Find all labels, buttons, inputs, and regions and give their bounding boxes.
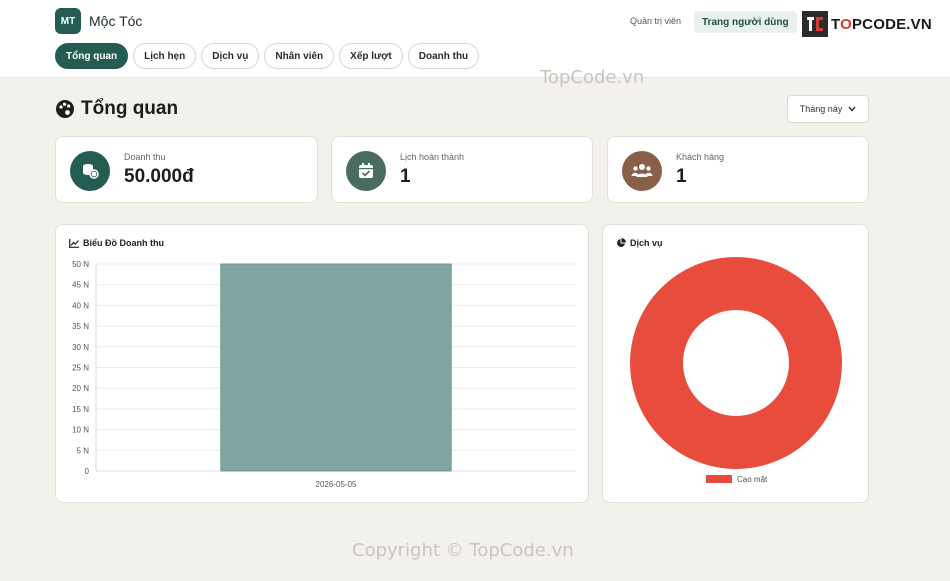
top-bar: MT Mộc Tóc Tổng quan Lịch hẹn Dịch vụ Nh… [0,0,950,78]
legend-label: Cạo mặt [737,475,768,484]
tab-revenue[interactable]: Doanh thu [407,43,480,69]
stat-value: 1 [400,166,411,187]
y-tick-label: 10 N [72,426,89,435]
y-tick-label: 0 [85,467,90,476]
period-select-value: Tháng này [799,104,843,114]
x-tick-label: 2026-05-05 [316,480,357,489]
palette-icon [56,100,74,118]
main-nav: Tổng quan Lịch hẹn Dịch vụ Nhân viên Xếp… [55,43,480,69]
user-role: Quản trị viên [630,16,682,26]
tab-queue[interactable]: Xếp lượt [339,43,403,69]
y-tick-label: 30 N [72,343,89,352]
brand-logo: MT [55,8,81,34]
stat-value: 1 [676,166,687,187]
revenue-bar-chart: 0 5 N 10 N 15 N 20 N 25 N 30 N 35 N 40 N 45 N 50 N… [72,260,576,489]
y-tick-label: 45 N [72,281,89,290]
stat-label: Khách hàng [676,152,725,162]
y-tick-label: 50 N [72,260,89,269]
services-donut-chart: Cạo mặt [630,257,842,484]
y-tick-label: 20 N [72,384,89,393]
stat-card-revenue: Doanh thu 50.000đ [55,136,318,203]
brand-name: Mộc Tóc [89,13,143,29]
copyright: Copyright © TopCode.vn [352,540,574,561]
stat-label: Lịch hoàn thành [400,152,465,162]
users-icon [622,151,662,191]
revenue-bar [220,263,452,472]
watermark: TopCode.vn [540,67,645,88]
services-chart-panel: Dịch vụ Cạo mặt [602,224,869,503]
y-tick-label: 5 N [77,446,90,455]
stat-card-completed: Lịch hoàn thành 1 [331,136,593,203]
brand[interactable]: MT Mộc Tóc [55,8,142,34]
page-title-text: Tổng quan [81,98,179,119]
donut-slice [630,257,842,469]
y-tick-label: 15 N [72,405,89,414]
stat-value: 50.000đ [124,166,194,187]
y-tick-label: 25 N [72,364,89,373]
stat-label: Doanh thu [124,152,166,162]
calendar-check-icon [346,151,386,191]
chevron-down-icon [848,106,856,112]
period-select[interactable]: Tháng này [787,95,869,123]
tab-staff[interactable]: Nhân viên [264,43,335,69]
tab-overview[interactable]: Tổng quan [55,43,129,69]
topcode-mark-icon [802,11,828,37]
tab-appointments[interactable]: Lịch hẹn [133,43,197,69]
topcode-logo: TOPCODE.VN [802,11,932,37]
topcode-text: TOPCODE.VN [831,15,932,33]
revenue-chart-panel: Biểu Đồ Doanh thu 05 N 10 N 15 N 20 N 25 N 30… [55,224,589,503]
page-title: Tổng quan [55,98,178,120]
tab-services[interactable]: Dịch vụ [201,43,260,69]
stat-card-customers: Khách hàng 1 [607,136,869,203]
user-page-button[interactable]: Trang người dùng [694,11,797,33]
legend-swatch [706,475,732,483]
coins-icon [70,151,110,191]
y-tick-label: 35 N [72,322,89,331]
y-tick-label: 40 N [72,301,89,310]
